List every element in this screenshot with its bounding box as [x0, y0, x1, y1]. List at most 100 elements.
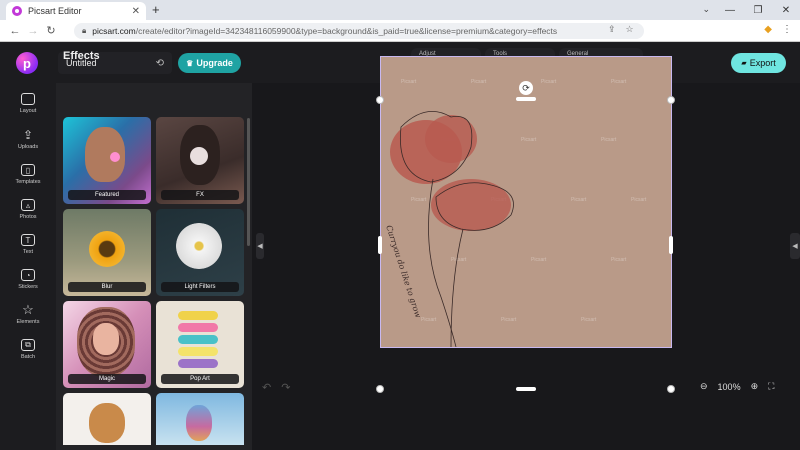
browser-tab[interactable]: Picsart Editor ✕ [6, 2, 146, 20]
export-button[interactable]: ▰ Export [731, 53, 786, 73]
expand-right-panel-button[interactable]: ◀ [790, 233, 800, 259]
browser-actions: ◆ ⋮ [764, 24, 792, 35]
panel-scrollbar[interactable] [247, 118, 250, 246]
macaron-pink [178, 323, 218, 332]
share-icon[interactable]: ⇪ [608, 24, 616, 35]
upload-icon: ⇪ [22, 128, 34, 142]
address-bar: ← → ↻ 🔒︎ picsart.com /create/editor?imag… [0, 20, 800, 42]
extension-icon[interactable]: ◆ [764, 24, 772, 35]
sidebar-item-label: Batch [20, 354, 36, 360]
effect-pop-art[interactable]: Pop Art [156, 301, 244, 388]
picsart-logo[interactable]: p [16, 52, 38, 74]
tab-search-icon[interactable]: ⌄ [702, 4, 710, 15]
sidebar-item-templates[interactable]: ▯ Templates [0, 161, 56, 195]
upgrade-label: Upgrade [196, 58, 233, 68]
panel-title: Effects [63, 50, 100, 62]
sidebar-item-elements[interactable]: ☆ Elements [0, 301, 56, 335]
sidebar-item-batch[interactable]: ⧉ Batch [0, 336, 56, 370]
effect-label: Featured [68, 190, 146, 200]
resize-handle-bottom-right[interactable] [667, 385, 675, 393]
effect-light-filters[interactable]: Light Filters [156, 209, 244, 296]
macaron-purple [178, 359, 218, 368]
zoom-out-icon[interactable]: ⊖ [700, 381, 708, 392]
macaron-teal [178, 335, 218, 344]
undo-icon[interactable]: ↶ [262, 381, 271, 394]
effect-featured[interactable]: Featured [63, 117, 151, 204]
redo-icon[interactable]: ↷ [281, 381, 290, 394]
menu-icon[interactable]: ⋮ [782, 24, 792, 35]
resize-handle-top-left[interactable] [376, 96, 384, 104]
effect-thumb-dog[interactable] [63, 393, 151, 445]
lock-icon: 🔒︎ [82, 26, 87, 35]
tab-close-icon[interactable]: ✕ [132, 6, 140, 17]
flower-shape [190, 147, 208, 165]
resize-handle-bottom[interactable] [516, 387, 536, 391]
templates-icon: ▯ [21, 164, 35, 176]
tab-title: Picsart Editor [28, 6, 82, 16]
export-icon: ▰ [741, 60, 747, 67]
sidebar-item-text[interactable]: T Text [0, 231, 56, 265]
resize-handle-top[interactable] [516, 97, 536, 101]
dog-shape [89, 403, 125, 443]
effect-fx[interactable]: FX [156, 117, 244, 204]
effect-magic[interactable]: Magic [63, 301, 151, 388]
maximize-icon[interactable]: ❐ [744, 5, 772, 16]
sidebar-item-stickers[interactable]: ◔ Stickers [0, 266, 56, 300]
bookmark-star-icon[interactable]: ☆ [626, 24, 634, 35]
rotate-handle-icon[interactable]: ⟳ [519, 81, 533, 95]
collapse-panel-button[interactable]: ◀ [256, 233, 264, 259]
batch-icon: ⧉ [21, 339, 35, 351]
effect-blur[interactable]: Blur [63, 209, 151, 296]
back-icon[interactable]: ← [6, 25, 24, 37]
crown-icon: ♛ [186, 58, 194, 68]
sidebar-item-label: Templates [15, 179, 41, 185]
sync-icon: ⟲ [155, 57, 164, 69]
export-label: Export [749, 58, 776, 68]
bird-shape [186, 405, 212, 441]
left-sidebar: Layout ⇪ Uploads ▯ Templates ▵ Photos T … [0, 83, 56, 450]
resize-handle-right[interactable] [669, 236, 673, 254]
elements-icon: ☆ [22, 302, 34, 317]
resize-handle-left[interactable] [378, 236, 382, 254]
reload-icon[interactable]: ↻ [42, 24, 60, 37]
sidebar-item-label: Uploads [17, 144, 39, 150]
sidebar-item-label: Photos [19, 214, 37, 220]
sidebar-item-label: Text [22, 249, 34, 255]
sidebar-item-layout[interactable]: Layout [0, 90, 56, 124]
resize-handle-bottom-left[interactable] [376, 385, 384, 393]
new-tab-icon[interactable]: + [152, 2, 160, 17]
bubblegum-shape [110, 152, 120, 162]
effect-thumb-bird[interactable] [156, 393, 244, 445]
forward-icon[interactable]: → [24, 25, 42, 37]
minimize-icon[interactable]: — [716, 5, 744, 16]
effect-label: Pop Art [161, 374, 239, 384]
white-flower-shape [176, 223, 222, 269]
effect-label: Light Filters [161, 282, 239, 292]
url-host: picsart.com [92, 26, 136, 36]
close-window-icon[interactable]: ✕ [772, 5, 800, 16]
layout-icon [21, 93, 35, 105]
address-icons: ⇪ ☆ [608, 24, 634, 35]
text-icon: T [21, 234, 35, 246]
sunflower-shape [89, 231, 125, 267]
stickers-icon: ◔ [21, 269, 35, 281]
sidebar-item-uploads[interactable]: ⇪ Uploads [0, 126, 56, 160]
zoom-level[interactable]: 100% [718, 382, 741, 392]
sidebar-item-label: Stickers [18, 284, 38, 290]
sidebar-item-photos[interactable]: ▵ Photos [0, 196, 56, 230]
window-controls: — ❐ ✕ [716, 0, 800, 20]
effect-label: Blur [68, 282, 146, 292]
undo-redo-group: ↶ ↷ [262, 381, 290, 394]
url-field[interactable]: 🔒︎ picsart.com /create/editor?imageId=34… [74, 23, 644, 39]
photos-icon: ▵ [21, 199, 35, 211]
sidebar-item-label: Elements [16, 319, 40, 325]
macaron-lime [178, 347, 218, 356]
zoom-in-icon[interactable]: ⊕ [751, 381, 759, 392]
fit-screen-icon[interactable]: ⛶ [768, 381, 774, 392]
sidebar-item-label: Layout [19, 108, 37, 114]
upgrade-button[interactable]: ♛ Upgrade [178, 53, 241, 73]
face-shape [93, 323, 119, 355]
resize-handle-top-right[interactable] [667, 96, 675, 104]
effect-label: FX [161, 190, 239, 200]
url-path: /create/editor?imageId=342348116059900&t… [135, 26, 558, 36]
